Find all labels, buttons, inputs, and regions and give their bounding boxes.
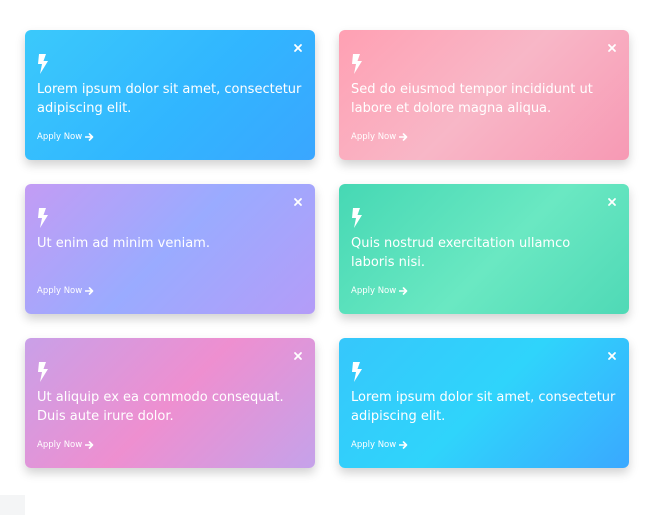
apply-now-label: Apply Now <box>37 132 83 142</box>
apply-now-label: Apply Now <box>351 440 397 450</box>
close-icon[interactable] <box>606 350 618 362</box>
arrow-right-icon <box>399 441 408 449</box>
close-icon[interactable] <box>606 42 618 54</box>
notification-card: Ut aliquip ex ea commodo consequat. Duis… <box>25 338 315 468</box>
arrow-right-icon <box>85 133 94 141</box>
apply-now-label: Apply Now <box>37 440 83 450</box>
arrow-right-icon <box>399 133 408 141</box>
lightning-bolt-icon <box>351 208 363 228</box>
apply-now-link[interactable]: Apply Now <box>351 132 408 142</box>
notification-message: Lorem ipsum dolor sit amet, consectetur … <box>351 390 616 424</box>
notification-message: Lorem ipsum dolor sit amet, consectetur … <box>37 82 302 116</box>
apply-now-label: Apply Now <box>351 132 397 142</box>
apply-now-link[interactable]: Apply Now <box>37 440 94 450</box>
apply-now-link[interactable]: Apply Now <box>37 132 94 142</box>
lightning-bolt-icon <box>351 362 363 382</box>
lightning-bolt-icon <box>37 362 49 382</box>
close-icon[interactable] <box>292 196 304 208</box>
notification-message: Sed do eiusmod tempor incididunt ut labo… <box>351 82 593 116</box>
apply-now-link[interactable]: Apply Now <box>37 286 94 296</box>
apply-now-label: Apply Now <box>37 286 83 296</box>
lightning-bolt-icon <box>37 208 49 228</box>
page-corner-shade <box>0 495 25 515</box>
notification-message: Ut aliquip ex ea commodo consequat. Duis… <box>37 390 284 424</box>
notification-card: Lorem ipsum dolor sit amet, consectetur … <box>25 30 315 160</box>
notification-card: Quis nostrud exercitation ullamco labori… <box>339 184 629 314</box>
apply-now-label: Apply Now <box>351 286 397 296</box>
arrow-right-icon <box>85 441 94 449</box>
notification-message: Ut enim ad minim veniam. <box>37 236 210 251</box>
arrow-right-icon <box>85 287 94 295</box>
lightning-bolt-icon <box>351 54 363 74</box>
notification-card: Sed do eiusmod tempor incididunt ut labo… <box>339 30 629 160</box>
notification-grid: Lorem ipsum dolor sit amet, consectetur … <box>25 30 629 468</box>
notification-card: Ut enim ad minim veniam. Apply Now <box>25 184 315 314</box>
close-icon[interactable] <box>292 350 304 362</box>
arrow-right-icon <box>399 287 408 295</box>
close-icon[interactable] <box>292 42 304 54</box>
close-icon[interactable] <box>606 196 618 208</box>
apply-now-link[interactable]: Apply Now <box>351 286 408 296</box>
notification-card: Lorem ipsum dolor sit amet, consectetur … <box>339 338 629 468</box>
notification-message: Quis nostrud exercitation ullamco labori… <box>351 236 571 270</box>
lightning-bolt-icon <box>37 54 49 74</box>
apply-now-link[interactable]: Apply Now <box>351 440 408 450</box>
